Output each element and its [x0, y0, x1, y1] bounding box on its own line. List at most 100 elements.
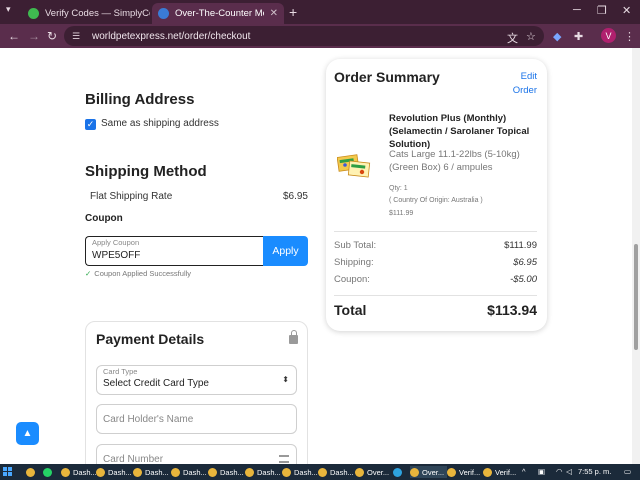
scrollbar-thumb[interactable]: [634, 244, 638, 350]
volume-icon[interactable]: ◁: [566, 467, 572, 476]
subtotal-value: $111.99: [504, 240, 537, 251]
card-icon: [279, 455, 289, 463]
forward-icon[interactable]: →: [28, 29, 40, 43]
shipping-method-row: Flat Shipping Rate $6.95: [90, 191, 308, 202]
taskbar-item-active[interactable]: Over...: [410, 466, 448, 478]
back-icon[interactable]: ←: [8, 29, 20, 43]
checkout-page: Billing Address ✓ Same as shipping addre…: [0, 48, 632, 464]
card-type-select[interactable]: Card Type Select Credit Card Type ⬍: [96, 365, 297, 395]
lock-icon: [289, 330, 298, 344]
scroll-to-top-button[interactable]: ▲: [16, 422, 39, 445]
wifi-icon[interactable]: ◠: [556, 467, 563, 476]
tab-search-icon[interactable]: ▾: [6, 4, 11, 15]
coupon-label: Coupon:: [334, 274, 370, 285]
tab-simplycodes[interactable]: Verify Codes — SimplyCodes ✕: [22, 3, 150, 24]
site-info-icon[interactable]: ☰: [72, 31, 84, 41]
profile-avatar[interactable]: V: [601, 28, 616, 43]
card-holder-name-input[interactable]: Card Holder's Name: [96, 404, 297, 434]
edit-order-line1: Edit: [520, 71, 537, 82]
taskbar-item[interactable]: Verif...: [447, 466, 480, 478]
new-tab-icon[interactable]: +: [289, 4, 297, 20]
shipping-method-price: $6.95: [282, 191, 308, 202]
whatsapp-icon[interactable]: [43, 466, 55, 478]
translate-icon[interactable]: 文: [507, 30, 518, 46]
shipping-label: Shipping:: [334, 257, 374, 268]
taskbar-item[interactable]: Dash...: [318, 466, 354, 478]
taskbar-clock[interactable]: 7:55 p. m.: [578, 467, 611, 476]
reload-icon[interactable]: ↻: [47, 29, 57, 43]
divider: [334, 231, 537, 232]
coupon-success-message: ✓ Coupon Applied Successfully: [85, 269, 191, 278]
total-row: Total $113.94: [334, 302, 537, 318]
coupon-input[interactable]: Apply Coupon WPE5OFF: [85, 236, 263, 266]
card-number-placeholder: Card Number: [103, 454, 164, 464]
apply-coupon-button[interactable]: Apply: [263, 236, 308, 266]
close-window-icon[interactable]: ✕: [622, 4, 631, 17]
url-bar[interactable]: ☰ worldpetexpress.net/order/checkout: [64, 26, 544, 46]
product-origin: ( Country Of Origin: Australia ): [389, 197, 483, 204]
site-favicon-icon: [158, 8, 169, 19]
edit-order-link[interactable]: Edit Order: [512, 70, 537, 98]
close-tab-icon[interactable]: ✕: [264, 8, 278, 19]
extension-shield-icon[interactable]: ◆: [553, 30, 561, 43]
select-caret-icon: ⬍: [282, 375, 289, 384]
tab-title: Verify Codes — SimplyCodes: [45, 8, 150, 19]
divider: [334, 295, 537, 296]
product-qty: Qty: 1: [389, 185, 408, 192]
taskbar-item[interactable]: Dash...: [96, 466, 132, 478]
url-text: worldpetexpress.net/order/checkout: [92, 30, 251, 42]
coupon-value: -$5.00: [510, 274, 537, 285]
taskbar-item[interactable]: Dash...: [245, 466, 281, 478]
card-holder-placeholder: Card Holder's Name: [103, 414, 194, 425]
taskbar-item[interactable]: Dash...: [133, 466, 169, 478]
network-icon[interactable]: ▣: [538, 467, 545, 476]
browser-menu-icon[interactable]: ⋮: [624, 30, 635, 43]
order-summary-heading: Order Summary: [334, 69, 440, 85]
shipping-row: Shipping: $6.95: [334, 257, 537, 268]
minimize-icon[interactable]: ─: [573, 4, 581, 16]
product-price: $111.99: [389, 210, 414, 217]
taskbar-item[interactable]: Dash...: [282, 466, 318, 478]
shipping-method-label: Flat Shipping Rate: [90, 191, 173, 202]
address-toolbar: ← → ↻ ☰ worldpetexpress.net/order/checko…: [0, 24, 640, 48]
check-icon: ✓: [85, 269, 92, 278]
taskbar-item[interactable]: Dash...: [61, 466, 97, 478]
chrome-icon[interactable]: [26, 466, 38, 478]
card-number-input[interactable]: Card Number: [96, 444, 297, 464]
payment-details-heading: Payment Details: [96, 331, 205, 347]
order-summary-card: [326, 59, 547, 331]
windows-start-icon[interactable]: [3, 467, 13, 477]
same-as-shipping-label[interactable]: Same as shipping address: [101, 118, 219, 129]
shipping-value: $6.95: [513, 257, 537, 268]
tray-chevron-icon[interactable]: ^: [522, 467, 526, 476]
notification-icon[interactable]: ▭: [624, 467, 631, 476]
subtotal-row: Sub Total: $111.99: [334, 240, 537, 251]
bookmark-star-icon[interactable]: ☆: [526, 30, 536, 43]
coupon-field-label: Apply Coupon: [92, 238, 140, 247]
taskbar-item[interactable]: Verif...: [483, 466, 516, 478]
tab-worldpetexpress[interactable]: Over-The-Counter Medication ✕: [152, 3, 284, 24]
coupon-row: Coupon: -$5.00: [334, 274, 537, 285]
coupon-heading: Coupon: [85, 213, 123, 224]
taskbar-item[interactable]: Dash...: [171, 466, 207, 478]
taskbar-item[interactable]: Dash...: [208, 466, 244, 478]
billing-address-heading: Billing Address: [85, 91, 195, 108]
windows-taskbar: Dash... Dash... Dash... Dash... Dash... …: [0, 464, 640, 480]
product-variant: Cats Large 11.1-22lbs (5-10kg) (Green Bo…: [389, 149, 520, 173]
total-label: Total: [334, 302, 367, 318]
edge-icon[interactable]: [393, 466, 405, 478]
card-type-label: Card Type: [103, 367, 138, 376]
same-as-shipping-checkbox[interactable]: ✓: [85, 119, 96, 130]
simplycodes-favicon-icon: [28, 8, 39, 19]
taskbar-item[interactable]: Over...: [355, 466, 389, 478]
edit-order-line2: Order: [512, 85, 537, 96]
tab-title: Over-The-Counter Medication: [175, 8, 264, 19]
product-name: Revolution Plus (Monthly) (Selamectin / …: [389, 113, 530, 150]
browser-tab-strip: Verify Codes — SimplyCodes ✕ Over-The-Co…: [0, 0, 640, 24]
card-type-value: Select Credit Card Type: [103, 378, 209, 389]
restore-icon[interactable]: ❐: [597, 4, 607, 17]
extensions-puzzle-icon[interactable]: ✚: [574, 30, 583, 43]
shipping-method-heading: Shipping Method: [85, 163, 207, 180]
product-thumbnail: [337, 154, 371, 178]
page-scrollbar[interactable]: [632, 48, 640, 464]
